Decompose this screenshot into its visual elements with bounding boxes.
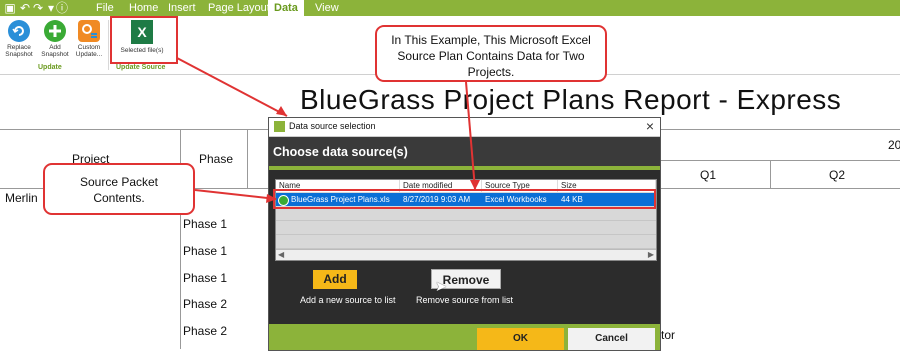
arrow-to-dialog: [176, 57, 288, 117]
arrow-to-row: [465, 81, 476, 190]
callout-source-packet: Source Packet Contents.: [43, 163, 195, 215]
callout-example: In This Example, This Microsoft Excel So…: [375, 25, 607, 82]
arrow-head: [470, 180, 480, 190]
arrow-head: [266, 194, 277, 203]
arrow-source-packet: [194, 189, 277, 200]
